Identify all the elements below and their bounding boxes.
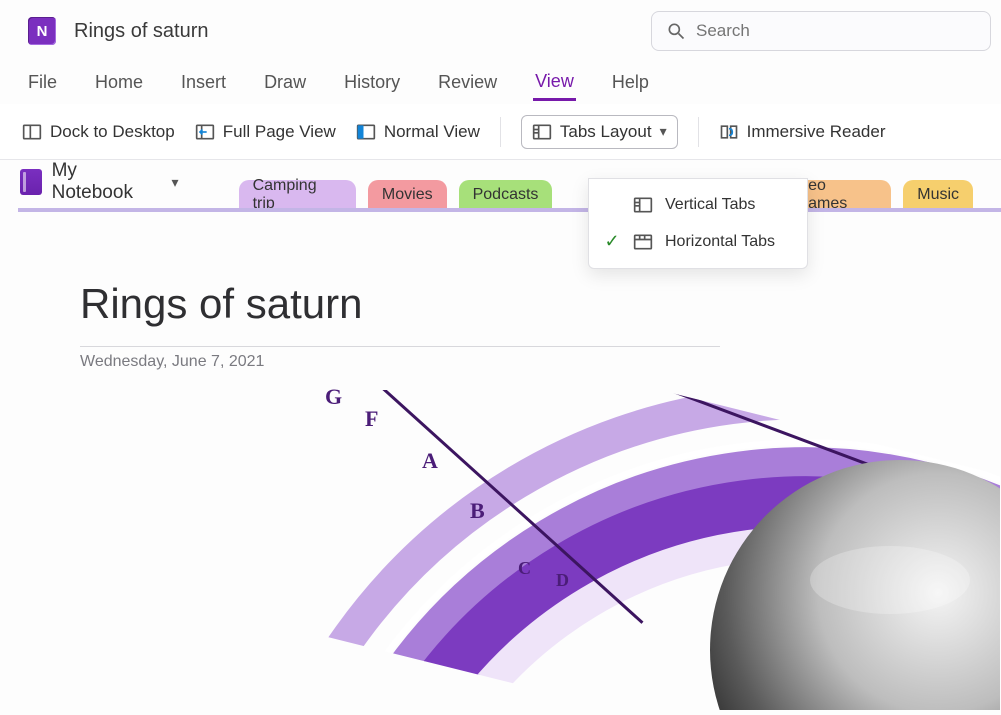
title-divider	[80, 346, 720, 347]
onenote-app-icon: N	[28, 17, 56, 45]
saturn-illustration: G F A B C D	[280, 390, 1000, 710]
full-page-view-button[interactable]: Full Page View	[195, 122, 336, 142]
tabs-layout-dropdown: Vertical Tabs ✓ Horizontal Tabs	[588, 178, 808, 269]
ribbon-divider	[500, 117, 501, 147]
tabs-layout-label: Tabs Layout	[560, 122, 652, 142]
document-title: Rings of saturn	[74, 20, 209, 43]
page-canvas[interactable]: Rings of saturn Wednesday, June 7, 2021	[0, 210, 1001, 371]
menu-insert[interactable]: Insert	[179, 66, 228, 99]
immersive-reader-label: Immersive Reader	[747, 122, 886, 142]
horizontal-tabs-icon	[633, 232, 653, 252]
menu-bar: File Home Insert Draw History Review Vie…	[0, 62, 1001, 104]
menu-file[interactable]: File	[26, 66, 59, 99]
tabs-layout-button[interactable]: Tabs Layout ▾	[521, 115, 678, 149]
section-label: Movies	[382, 186, 433, 204]
menu-draw[interactable]: Draw	[262, 66, 308, 99]
chevron-down-icon: ▾	[660, 123, 667, 140]
section-label: Music	[917, 186, 959, 204]
menu-history[interactable]: History	[342, 66, 402, 99]
section-tab-camping[interactable]: Camping trip	[239, 180, 356, 210]
menu-help[interactable]: Help	[610, 66, 651, 99]
page-title: Rings of saturn	[80, 280, 941, 328]
horizontal-tabs-label: Horizontal Tabs	[665, 233, 775, 251]
notebook-label: My Notebook	[52, 160, 162, 204]
menu-view[interactable]: View	[533, 65, 576, 101]
dock-to-desktop-button[interactable]: Dock to Desktop	[22, 122, 175, 142]
page-date: Wednesday, June 7, 2021	[80, 353, 941, 371]
search-input[interactable]	[696, 21, 976, 41]
normal-view-icon	[356, 122, 376, 142]
ribbon-divider-2	[698, 117, 699, 147]
section-tab-music[interactable]: Music	[903, 180, 973, 210]
ring-label-g: G	[325, 384, 342, 410]
immersive-reader-button[interactable]: Immersive Reader	[719, 122, 886, 142]
ribbon: Dock to Desktop Full Page View Normal Vi…	[0, 104, 1001, 160]
dock-label: Dock to Desktop	[50, 122, 175, 142]
vertical-tabs-label: Vertical Tabs	[665, 196, 755, 214]
ring-label-a: A	[422, 448, 438, 474]
ring-label-f: F	[365, 406, 378, 432]
notebook-picker[interactable]: My Notebook ▾	[20, 160, 179, 210]
horizontal-tabs-option[interactable]: ✓ Horizontal Tabs	[589, 223, 807, 260]
search-box[interactable]	[651, 11, 991, 51]
chevron-down-icon: ▾	[172, 174, 179, 191]
vertical-tabs-option[interactable]: Vertical Tabs	[589, 187, 807, 223]
check-icon: ✓	[603, 231, 621, 252]
section-tab-podcasts[interactable]: Podcasts	[459, 180, 553, 210]
notebook-icon	[20, 169, 42, 195]
fullpage-icon	[195, 122, 215, 142]
normal-view-button[interactable]: Normal View	[356, 122, 480, 142]
tabs-layout-icon	[532, 122, 552, 142]
ring-label-c: C	[518, 558, 531, 579]
section-label: Podcasts	[473, 186, 539, 204]
sections-bar: My Notebook ▾ Camping trip Movies Podcas…	[0, 160, 1001, 210]
search-icon	[666, 21, 686, 41]
ring-label-d: D	[556, 570, 569, 591]
menu-review[interactable]: Review	[436, 66, 499, 99]
ring-label-b: B	[470, 498, 485, 524]
immersive-reader-icon	[719, 122, 739, 142]
section-tab-movies[interactable]: Movies	[368, 180, 447, 210]
menu-home[interactable]: Home	[93, 66, 145, 99]
vertical-tabs-icon	[633, 195, 653, 215]
normal-view-label: Normal View	[384, 122, 480, 142]
dock-icon	[22, 122, 42, 142]
fullpage-label: Full Page View	[223, 122, 336, 142]
